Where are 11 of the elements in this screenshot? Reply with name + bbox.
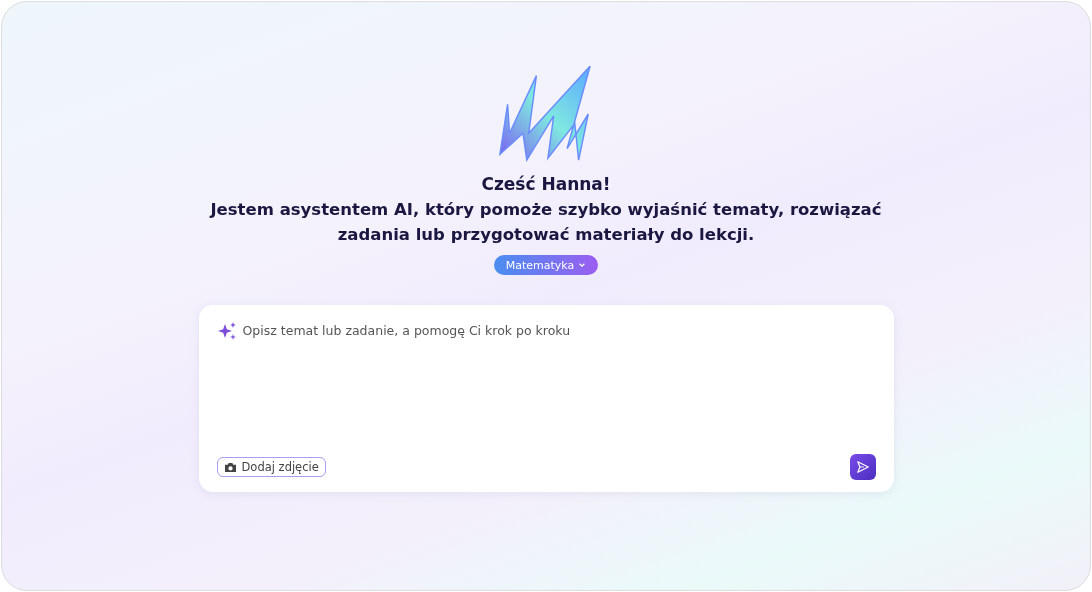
greeting-heading: Cześć Hanna! <box>481 173 611 196</box>
subject-dropdown[interactable]: Matematyka <box>493 255 599 275</box>
logo-icon <box>498 66 594 162</box>
prompt-field[interactable]: Opisz temat lub zadanie, a pomogę Ci krok po kroku Dodaj zdjęcie <box>198 305 894 492</box>
camera-icon <box>223 461 237 473</box>
intro-text: Jestem asystentem AI, który pomoże szybko wyjaśnić tematy, rozwiązać zadania lub przygotować materiały do lekcji. <box>208 199 883 246</box>
sparkle-icon <box>216 321 237 341</box>
add-photo-button[interactable]: Dodaj zdjęcie <box>216 457 326 477</box>
chevron-icon <box>578 261 587 269</box>
send-button[interactable] <box>849 454 876 480</box>
send-icon <box>855 460 870 474</box>
